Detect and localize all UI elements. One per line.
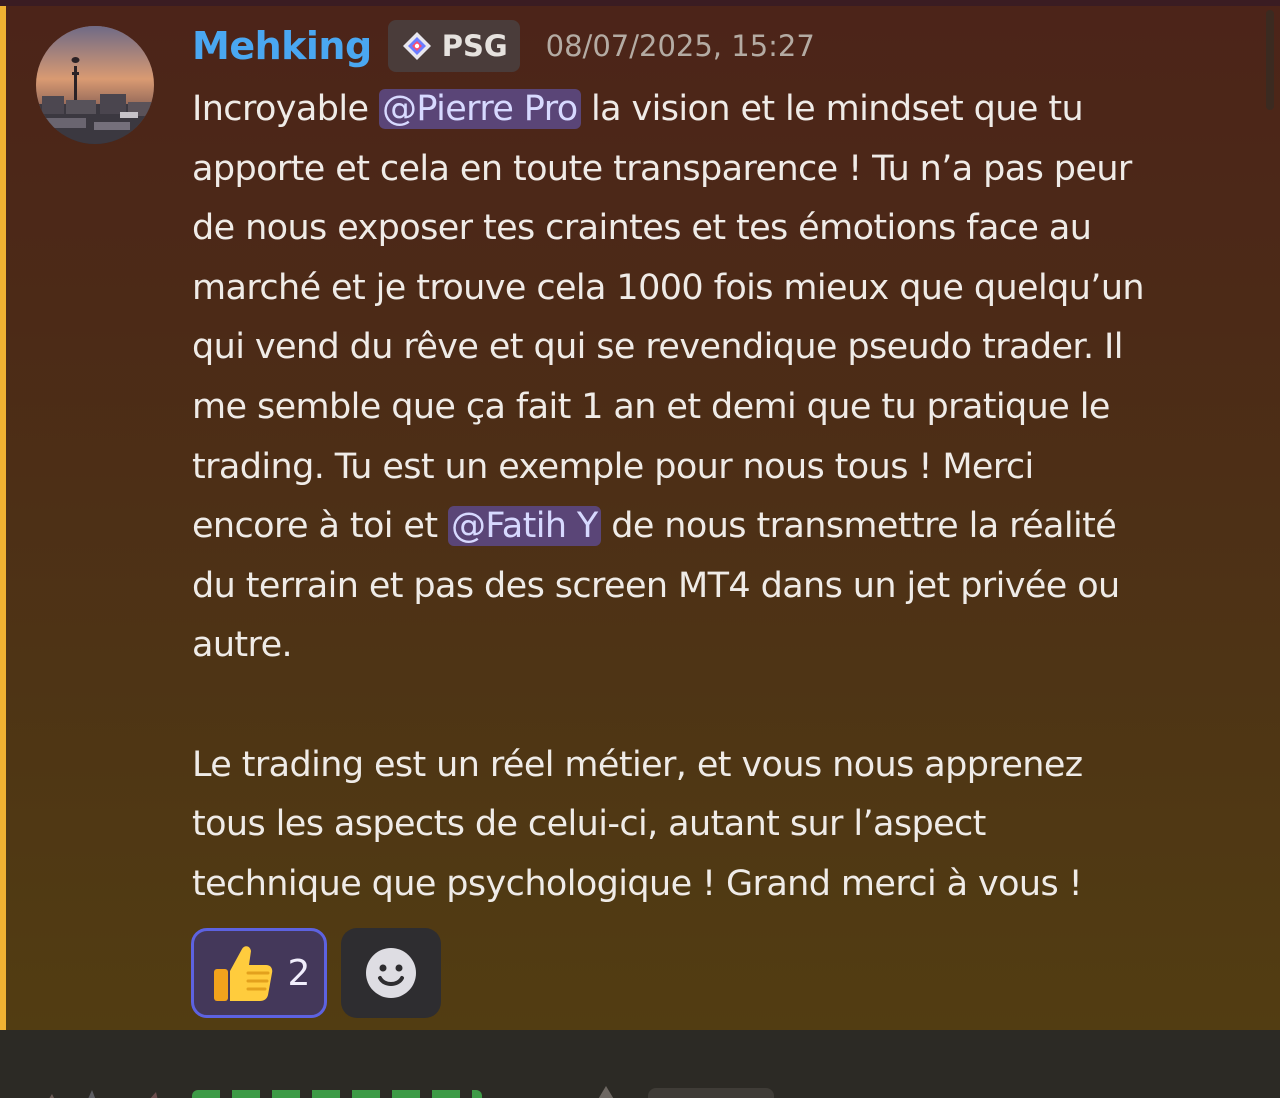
next-tag-icon-peek bbox=[598, 1086, 614, 1098]
text-segment: de nous transmettre la réalité bbox=[600, 506, 1117, 547]
text-segment: encore à toi et bbox=[192, 506, 448, 547]
message-line: trading. Tu est un exemple pour nous tou… bbox=[192, 446, 1034, 487]
add-reaction-button[interactable] bbox=[341, 928, 441, 1018]
chat-view: Mehking PSG 08/07/2025, 15:27 Incroyable… bbox=[0, 0, 1280, 1098]
message-line: me semble que ça fait 1 an et demi que t… bbox=[192, 386, 1110, 427]
scrollbar-thumb[interactable] bbox=[1266, 10, 1274, 110]
reactions-bar: 2 bbox=[191, 928, 441, 1018]
message-line: autre. bbox=[192, 625, 293, 666]
message-line: technique que psychologique ! Grand merc… bbox=[192, 863, 1083, 904]
next-tag-badge-peek bbox=[648, 1088, 774, 1098]
paragraph-break bbox=[192, 676, 1242, 736]
reaction-thumbs-up[interactable]: 2 bbox=[191, 928, 327, 1018]
message-line: encore à toi et @Fatih Y de nous transme… bbox=[192, 497, 1242, 557]
author-name[interactable]: Mehking bbox=[192, 24, 372, 68]
message-line: qui vend du rêve et qui se revendique ps… bbox=[192, 327, 1123, 368]
text-segment: Incroyable bbox=[192, 89, 379, 129]
next-author-name-peek bbox=[192, 1090, 482, 1098]
add-reaction-smiley-icon bbox=[366, 948, 416, 998]
next-avatar-peek bbox=[49, 1090, 158, 1098]
mention-highlight-bar bbox=[0, 6, 6, 1030]
thumbs-up-icon bbox=[213, 946, 272, 1001]
user-mention-pierre[interactable]: @Pierre Pro bbox=[378, 89, 581, 129]
message-header: Mehking PSG 08/07/2025, 15:27 bbox=[192, 20, 815, 72]
message-line: marché et je trouve cela 1000 fois mieux… bbox=[192, 267, 1145, 308]
author-avatar[interactable] bbox=[36, 26, 154, 144]
message-item[interactable]: Mehking PSG 08/07/2025, 15:27 Incroyable… bbox=[0, 6, 1280, 1030]
message-content: Incroyable @Pierre Pro la vision et le m… bbox=[192, 80, 1242, 914]
message-line: apporte et cela en toute transparence ! … bbox=[192, 148, 1132, 189]
message-timestamp[interactable]: 08/07/2025, 15:27 bbox=[546, 29, 815, 63]
user-mention-fatih[interactable]: @Fatih Y bbox=[448, 506, 601, 547]
text-segment: la vision et le mindset que tu bbox=[580, 89, 1084, 129]
message-line: Le trading est un réel métier, et vous n… bbox=[192, 744, 1083, 785]
message-line: du terrain et pas des screen MT4 dans un… bbox=[192, 565, 1120, 606]
message-line: tous les aspects de celui-ci, autant sur… bbox=[192, 804, 986, 845]
message-line: Incroyable @Pierre Pro la vision et le m… bbox=[192, 80, 1242, 140]
server-tag-badge[interactable]: PSG bbox=[387, 20, 520, 72]
message-line: de nous exposer tes craintes et tes émot… bbox=[192, 208, 1092, 249]
server-tag-label: PSG bbox=[441, 29, 508, 63]
diamond-tag-icon bbox=[402, 32, 431, 60]
next-message-peek bbox=[0, 1030, 1280, 1098]
reaction-count: 2 bbox=[287, 952, 311, 994]
